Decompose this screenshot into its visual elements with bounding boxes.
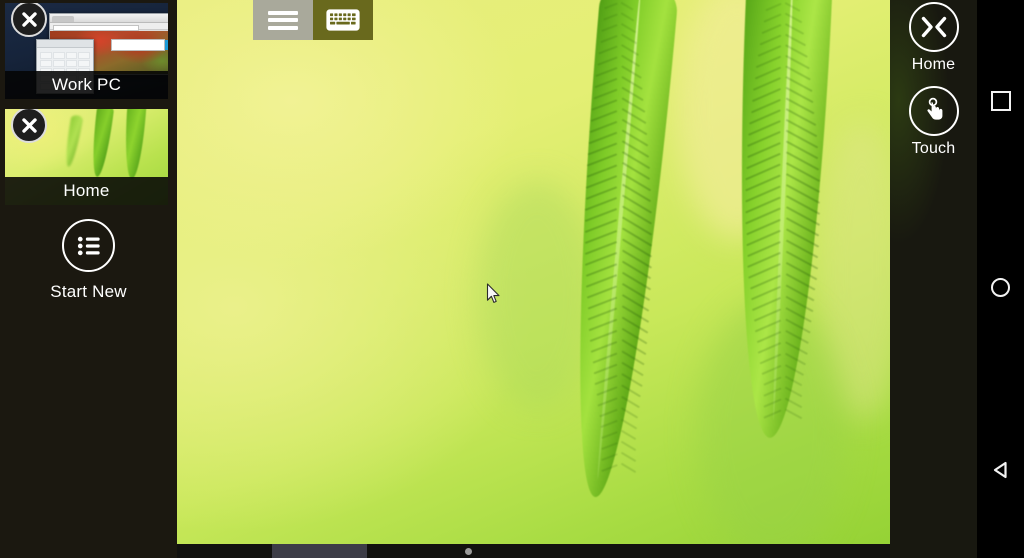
screen-root: Work PC Home Start New Home Touch	[0, 0, 1024, 558]
mouse-pointer-icon	[486, 283, 500, 303]
remote-desktop-canvas[interactable]	[177, 0, 890, 558]
android-navigation-bar	[977, 0, 1024, 558]
taskbar-indicator-icon	[465, 548, 472, 555]
square-icon	[990, 91, 1011, 111]
nav-recents-button[interactable]	[977, 79, 1024, 123]
remote-session-control-panel: Home Touch	[890, 0, 977, 558]
session-label: Home	[5, 177, 168, 205]
hamburger-menu-icon	[268, 10, 298, 30]
menu-button[interactable]	[253, 0, 313, 40]
close-icon	[21, 11, 37, 27]
triangle-left-icon	[993, 461, 1007, 479]
remote-windows-taskbar[interactable]	[177, 544, 890, 558]
taskbar-active-window-button[interactable]	[272, 544, 367, 558]
close-icon	[21, 117, 37, 133]
remote-session-toolbar	[253, 0, 373, 40]
start-new-label: Start New	[50, 282, 127, 301]
keyboard-button[interactable]	[313, 0, 373, 40]
control-home-label: Home	[911, 56, 956, 73]
keyboard-icon	[326, 9, 360, 31]
control-touch-label: Touch	[911, 140, 956, 157]
control-touch-ring	[908, 86, 959, 136]
session-card-home[interactable]: Home	[5, 109, 168, 205]
start-new-ring	[62, 219, 115, 272]
nav-back-button[interactable]	[977, 448, 1024, 492]
nav-home-button[interactable]	[977, 265, 1024, 309]
session-label: Work PC	[5, 71, 168, 99]
touch-pointer-hand-icon	[926, 97, 942, 120]
control-home-button[interactable]: Home	[890, 2, 977, 74]
wallpaper-fern-artwork	[177, 0, 890, 558]
session-card-work-pc[interactable]: Work PC	[5, 3, 168, 99]
list-circle-icon	[77, 236, 100, 255]
start-new-button[interactable]: Start New	[0, 219, 177, 302]
session-switcher-sidebar: Work PC Home Start New	[0, 0, 177, 558]
control-touch-button[interactable]: Touch	[890, 86, 977, 158]
mouse-cursor	[486, 283, 501, 304]
remote-desktop-logo-icon	[921, 16, 946, 38]
control-home-ring	[908, 2, 959, 52]
circle-icon	[991, 277, 1010, 297]
